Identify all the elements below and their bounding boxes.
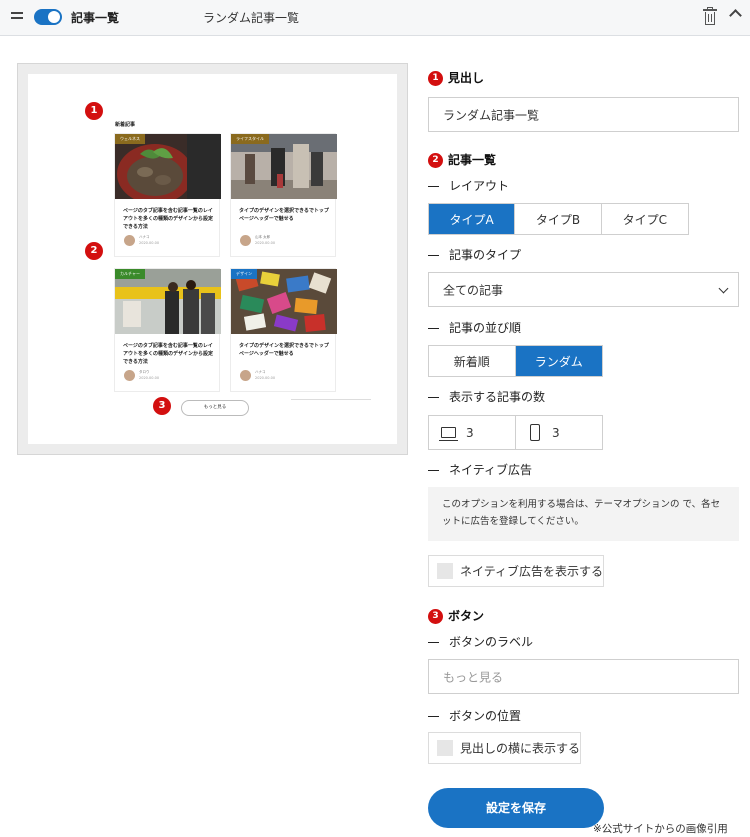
section-marker-2: 2 [428, 153, 443, 168]
save-settings-button[interactable]: 設定を保存 [428, 788, 604, 828]
heading-input-value: ランダム記事一覧 [443, 108, 540, 122]
preview-divider [291, 399, 371, 400]
preview-more-button: もっと見る [181, 400, 249, 416]
image-credit: ※公式サイトからの画像引用 [593, 823, 728, 835]
author-avatar [240, 235, 251, 246]
section-marker-3: 3 [428, 609, 443, 624]
card-author: ハナコ [255, 370, 266, 374]
button-position-label: ボタンの位置 [428, 707, 521, 724]
preview-marker-2: 2 [85, 242, 103, 260]
chevron-up-icon[interactable] [729, 9, 742, 22]
ad-label: ネイティブ広告 [428, 461, 532, 478]
layout-option-c[interactable]: タイプC [602, 204, 688, 234]
count-sp-input[interactable]: 3 [515, 415, 603, 450]
layout-option-a[interactable]: タイプA [429, 204, 516, 234]
layout-label: レイアウト [428, 177, 509, 194]
block-title: 記事一覧 [71, 11, 120, 25]
article-type-value: 全ての記事 [443, 283, 504, 297]
article-type-select[interactable]: 全ての記事 [428, 272, 739, 307]
section-list-title: 2 記事一覧 [428, 151, 496, 168]
card-date: 2020.00.00 [139, 376, 160, 380]
card-date: 2020.00.00 [139, 241, 160, 245]
author-avatar [124, 235, 135, 246]
preview-canvas: 1 新着記事 ウェルネス ページのタブ記事を含む記事一覧のレイアウトを多くの種類… [28, 74, 397, 444]
trash-icon[interactable] [703, 7, 717, 26]
order-option-newest[interactable]: 新着順 [429, 346, 516, 376]
ad-info-notice: このオプションを利用する場合は、テーマオプションの で、各セットに広告を登録して… [428, 487, 739, 541]
laptop-icon [439, 427, 458, 441]
order-label: 記事の並び順 [428, 319, 521, 336]
chevron-down-icon [718, 283, 729, 294]
toggle-knob [48, 11, 60, 23]
preview-frame: 1 新着記事 ウェルネス ページのタブ記事を含む記事一覧のレイアウトを多くの種類… [17, 63, 408, 455]
card-category-tag: デザイン [231, 269, 257, 279]
checkbox-box [437, 563, 453, 579]
type-label: 記事のタイプ [428, 246, 521, 263]
card-author: 山本 太郎 [255, 235, 271, 239]
section-heading-label: 見出し [448, 71, 485, 85]
layout-selector: タイプA タイプB タイプC [428, 203, 689, 235]
native-ad-checkbox-label: ネイティブ広告を表示する [460, 564, 604, 579]
drag-handle-icon[interactable] [11, 12, 23, 21]
card-category-tag: カルチャー [115, 269, 145, 279]
card-author: ハナコ [139, 235, 150, 239]
checkbox-box [437, 740, 453, 756]
layout-option-b[interactable]: タイプB [515, 204, 602, 234]
card-author: タロウ [139, 370, 150, 374]
card-title: タイプのデザインを選択できるでトップページヘッダーで魅せる [239, 343, 329, 357]
section-list-label: 記事一覧 [448, 153, 497, 167]
card-category-tag: ライフスタイル [231, 134, 269, 144]
native-ad-checkbox[interactable]: ネイティブ広告を表示する [428, 555, 604, 587]
section-button-label: ボタン [448, 609, 485, 623]
order-selector: 新着順 ランダム [428, 345, 603, 377]
smartphone-icon [530, 424, 540, 441]
section-button-title: 3 ボタン [428, 607, 484, 624]
preview-heading: 新着記事 [115, 122, 136, 128]
card-title: ページのタブ記事を含む記事一覧のレイアウトを多くの種類のデザインから設定できる方… [123, 343, 214, 365]
heading-input[interactable]: ランダム記事一覧 [428, 97, 739, 132]
count-label: 表示する記事の数 [428, 388, 545, 405]
card-date: 2020.00.00 [255, 376, 276, 380]
preview-card: デザイン タイプのデザインを選択できるでトップページヘッダーで魅せる ハナコ 2… [230, 268, 337, 392]
section-marker-1: 1 [428, 71, 443, 86]
count-pc-input[interactable]: 3 [428, 415, 516, 450]
preview-card: カルチャー ページのタブ記事を含む記事一覧のレイアウトを多くの種類のデザインから… [114, 268, 221, 392]
block-header: 記事一覧 ランダム記事一覧 [0, 0, 750, 36]
block-subtitle: ランダム記事一覧 [203, 11, 300, 25]
card-title: ページのタブ記事を含む記事一覧のレイアウトを多くの種類のデザインから設定できる方… [123, 208, 214, 230]
section-heading-title: 1 見出し [428, 69, 484, 86]
button-label-placeholder: もっと見る [443, 670, 504, 684]
button-label-input[interactable]: もっと見る [428, 659, 739, 694]
author-avatar [240, 370, 251, 381]
block-enable-toggle[interactable] [34, 9, 62, 25]
button-position-checkbox[interactable]: 見出しの横に表示する [428, 732, 581, 764]
count-pc-value: 3 [466, 425, 474, 440]
card-date: 2020.00.00 [255, 241, 276, 245]
author-avatar [124, 370, 135, 381]
preview-card: ウェルネス ページのタブ記事を含む記事一覧のレイアウトを多くの種類のデザインから… [114, 133, 221, 257]
count-sp-value: 3 [552, 425, 560, 440]
card-title: タイプのデザインを選択できるでトップページヘッダーで魅せる [239, 208, 329, 222]
preview-marker-1: 1 [85, 102, 103, 120]
preview-marker-3: 3 [153, 397, 171, 415]
button-label-label: ボタンのラベル [428, 633, 533, 650]
card-category-tag: ウェルネス [115, 134, 145, 144]
order-option-random[interactable]: ランダム [515, 346, 602, 376]
preview-card: ライフスタイル タイプのデザインを選択できるでトップページヘッダーで魅せる 山本… [230, 133, 337, 257]
button-position-checkbox-label: 見出しの横に表示する [460, 741, 581, 756]
